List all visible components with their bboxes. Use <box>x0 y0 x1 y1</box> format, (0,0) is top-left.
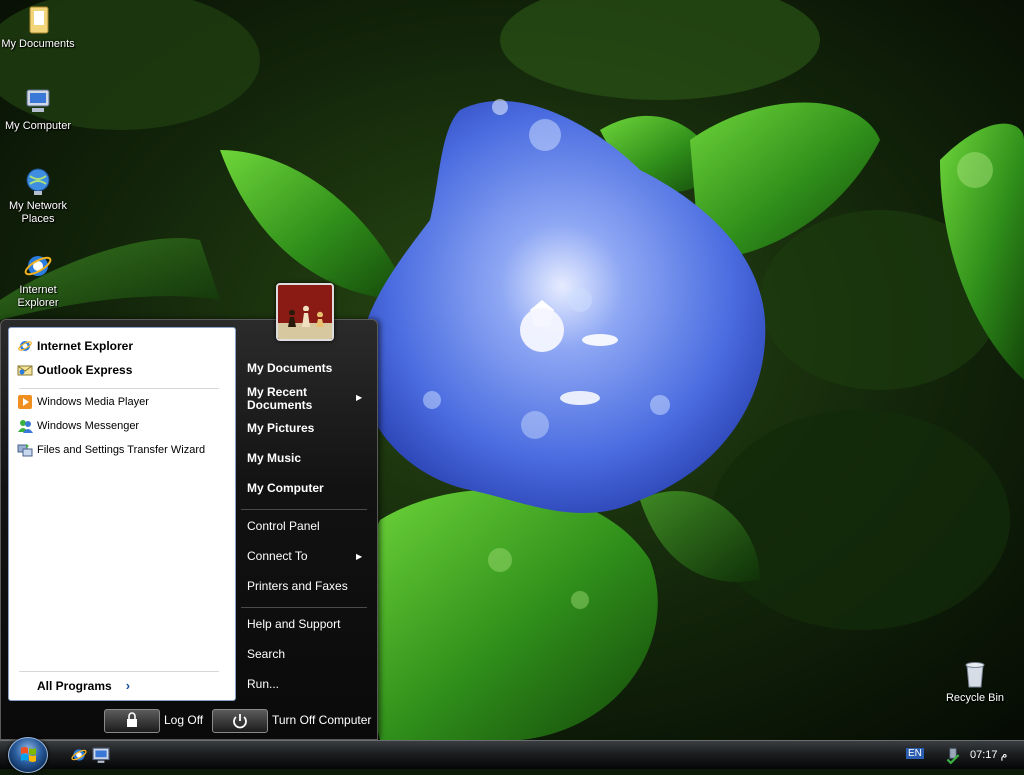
start-item-internet-explorer[interactable]: Internet Explorer <box>17 335 229 357</box>
submenu-arrow-icon: ▶ <box>356 552 363 561</box>
show-desktop-icon[interactable] <box>92 746 110 764</box>
folder-documents-icon <box>29 6 49 34</box>
menu-separator <box>19 671 219 672</box>
start-place-my-computer[interactable]: My Computer <box>247 482 324 495</box>
start-place-my-pictures[interactable]: My Pictures <box>247 422 314 435</box>
start-place-my-recent-documents[interactable]: My Recent Documents <box>247 386 337 412</box>
start-item-connect-to[interactable]: Connect To <box>247 550 308 563</box>
log-off-label[interactable]: Log Off <box>164 713 203 727</box>
taskbar: EN 07:17 م <box>0 740 1024 769</box>
start-place-label: My Music <box>247 451 302 465</box>
start-item-windows-media-player[interactable]: Windows Media Player <box>17 391 229 413</box>
start-item-label: Printers and Faxes <box>247 579 348 593</box>
desktop-icon-label: Internet Explorer <box>17 284 59 309</box>
turn-off-label[interactable]: Turn Off Computer <box>272 713 371 727</box>
safely-remove-hardware-icon[interactable] <box>944 746 962 764</box>
desktop-icon-label: My Documents <box>1 38 75 50</box>
start-item-outlook-express[interactable]: Outlook Express <box>17 359 229 381</box>
all-programs-label: All Programs <box>37 678 112 693</box>
start-item-search[interactable]: Search <box>247 648 285 661</box>
start-item-label: Help and Support <box>247 617 341 631</box>
desktop-icon-label: My Network Places <box>8 200 68 225</box>
computer-icon <box>26 89 50 112</box>
start-item-label: Control Panel <box>247 519 320 533</box>
start-item-help-and-support[interactable]: Help and Support <box>247 618 340 631</box>
outlook-express-icon <box>17 365 33 376</box>
start-item-printers-and-faxes[interactable]: Printers and Faxes <box>247 580 348 593</box>
ie-icon <box>24 256 52 276</box>
user-account-picture[interactable] <box>276 283 334 341</box>
start-place-label: My Pictures <box>247 421 315 435</box>
quick-launch-ie-icon[interactable] <box>70 746 88 764</box>
desktop-icon-label: Recycle Bin <box>945 692 1005 704</box>
menu-separator <box>241 509 367 510</box>
desktop-icon-my-computer[interactable]: My Computer <box>0 86 76 133</box>
arrow-right-icon: › <box>125 678 131 693</box>
start-item-label: Run... <box>247 677 280 691</box>
recycle-bin-icon <box>965 662 985 688</box>
clock[interactable]: 07:17 م <box>970 748 1007 761</box>
chess-pieces-picture <box>278 285 332 339</box>
start-menu: Internet Explorer Outlook Express Window… <box>0 319 378 740</box>
start-item-files-settings-transfer-wizard[interactable]: Files and Settings Transfer Wizard <box>17 439 229 461</box>
start-item-label: Windows Media Player <box>37 396 149 408</box>
start-place-label: My Documents <box>247 361 333 375</box>
desktop-icon-recycle-bin[interactable]: Recycle Bin <box>937 658 1013 705</box>
menu-separator <box>241 607 367 608</box>
start-place-label: My Computer <box>247 481 324 495</box>
start-item-label: Files and Settings Transfer Wizard <box>37 444 206 456</box>
desktop-icon-label: My Computer <box>4 120 72 132</box>
turn-off-button[interactable] <box>212 709 268 733</box>
start-item-label: Internet Explorer <box>37 339 134 353</box>
transfer-wizard-icon <box>17 444 33 457</box>
start-item-label: Outlook Express <box>37 363 133 377</box>
messenger-icon <box>18 420 33 433</box>
start-place-my-documents[interactable]: My Documents <box>247 362 332 375</box>
windows-logo-icon <box>21 747 36 762</box>
network-globe-icon <box>26 168 50 195</box>
submenu-arrow-icon: ▶ <box>356 393 363 402</box>
desktop-icon-internet-explorer[interactable]: Internet Explorer <box>0 250 76 310</box>
language-indicator[interactable]: EN <box>906 748 924 759</box>
start-item-run[interactable]: Run... <box>247 678 279 691</box>
desktop-icon-my-documents[interactable]: My Documents <box>0 4 76 51</box>
start-menu-programs-pane: Internet Explorer Outlook Express Window… <box>8 327 236 701</box>
start-item-label: Connect To <box>247 549 308 563</box>
start-item-control-panel[interactable]: Control Panel <box>247 520 320 533</box>
menu-separator <box>19 388 219 389</box>
start-place-my-music[interactable]: My Music <box>247 452 301 465</box>
start-item-windows-messenger[interactable]: Windows Messenger <box>17 415 229 437</box>
start-item-label: Windows Messenger <box>37 420 140 432</box>
log-off-button[interactable] <box>104 709 160 733</box>
media-player-icon <box>18 395 32 409</box>
start-place-label: My Recent Documents <box>247 385 313 412</box>
all-programs-button[interactable]: All Programs › <box>37 678 130 693</box>
start-item-label: Search <box>247 647 286 661</box>
desktop-icon-my-network-places[interactable]: My Network Places <box>0 166 76 226</box>
lock-icon <box>127 712 137 727</box>
ie-icon <box>18 341 32 351</box>
power-icon <box>233 714 247 729</box>
